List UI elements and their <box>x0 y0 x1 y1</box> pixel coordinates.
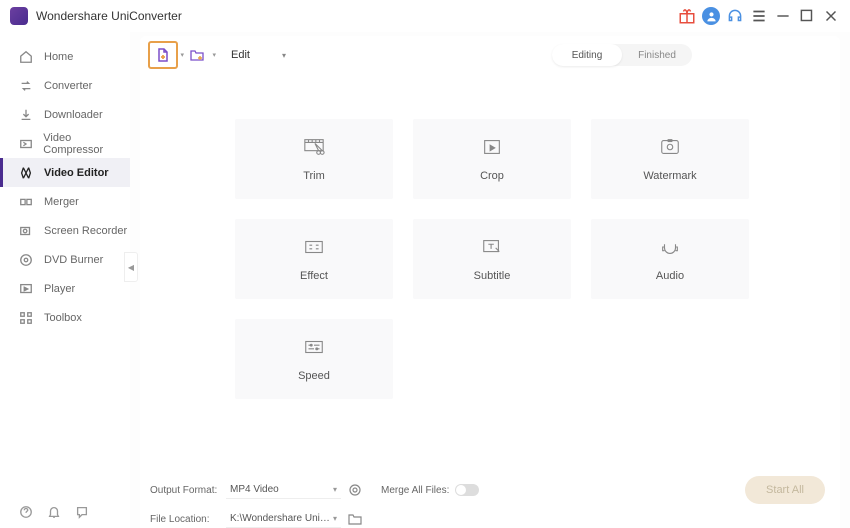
footer-icons <box>18 504 90 520</box>
chevron-down-icon[interactable]: ▾ <box>212 51 216 59</box>
sidebar-item-label: Toolbox <box>44 312 82 324</box>
card-label: Speed <box>298 370 330 382</box>
sidebar-item-label: Converter <box>44 80 92 92</box>
chevron-down-icon[interactable]: ▾ <box>180 51 184 59</box>
effect-icon <box>303 236 325 258</box>
user-avatar-icon[interactable] <box>702 7 720 25</box>
file-location-select[interactable]: K:\Wondershare UniConverter ▾ <box>226 510 341 528</box>
maximize-icon[interactable] <box>798 7 816 25</box>
sidebar-item-video-editor[interactable]: Video Editor <box>0 158 130 187</box>
downloader-icon <box>18 107 34 123</box>
sidebar-item-merger[interactable]: Merger <box>0 187 130 216</box>
minimize-icon[interactable] <box>774 7 792 25</box>
output-format-label: Output Format: <box>150 485 220 496</box>
sidebar-item-label: Video Compressor <box>43 132 130 156</box>
audio-icon <box>659 236 681 258</box>
card-label: Crop <box>480 170 504 182</box>
sidebar: Home Converter Downloader Video Compress… <box>0 32 130 528</box>
segment-editing[interactable]: Editing <box>552 44 622 66</box>
sidebar-item-label: Downloader <box>44 109 103 121</box>
sidebar-item-player[interactable]: Player <box>0 274 130 303</box>
dvd-icon <box>18 252 34 268</box>
headset-icon[interactable] <box>726 7 744 25</box>
app-logo <box>10 7 28 25</box>
card-trim[interactable]: Trim <box>235 119 393 199</box>
card-watermark[interactable]: Watermark <box>591 119 749 199</box>
editor-icon <box>18 165 34 181</box>
collapse-sidebar-button[interactable]: ◀ <box>124 252 138 282</box>
trim-icon <box>303 136 325 158</box>
segment-finished[interactable]: Finished <box>622 44 692 66</box>
card-subtitle[interactable]: Subtitle <box>413 219 571 299</box>
app-title: Wondershare UniConverter <box>36 9 182 23</box>
close-icon[interactable] <box>822 7 840 25</box>
crop-icon <box>481 136 503 158</box>
settings-gear-icon[interactable] <box>347 482 363 498</box>
sidebar-item-screen-recorder[interactable]: Screen Recorder <box>0 216 130 245</box>
home-icon <box>18 49 34 65</box>
card-crop[interactable]: Crop <box>413 119 571 199</box>
toolbox-icon <box>18 310 34 326</box>
chevron-down-icon: ▾ <box>333 514 337 523</box>
card-audio[interactable]: Audio <box>591 219 749 299</box>
sidebar-item-toolbox[interactable]: Toolbox <box>0 303 130 332</box>
bell-icon[interactable] <box>46 504 62 520</box>
titlebar: Wondershare UniConverter <box>0 0 850 32</box>
sidebar-item-dvd-burner[interactable]: DVD Burner <box>0 245 130 274</box>
bottom-bar: Output Format: MP4 Video ▾ Merge All Fil… <box>140 468 840 528</box>
content-area: ▾ ▾ Edit ▾ Editing Finished Trim <box>130 32 850 528</box>
add-folder-button[interactable]: ▾ <box>186 44 208 66</box>
watermark-icon <box>659 136 681 158</box>
active-indicator <box>0 158 3 187</box>
sidebar-item-label: Video Editor <box>44 167 109 179</box>
sidebar-item-home[interactable]: Home <box>0 42 130 71</box>
subtitle-icon <box>481 236 503 258</box>
recorder-icon <box>18 223 34 239</box>
player-icon <box>18 281 34 297</box>
output-format-select[interactable]: MP4 Video ▾ <box>226 481 341 499</box>
card-effect[interactable]: Effect <box>235 219 393 299</box>
output-format-value: MP4 Video <box>230 484 279 495</box>
card-label: Trim <box>303 170 325 182</box>
sidebar-item-label: Merger <box>44 196 79 208</box>
help-icon[interactable] <box>18 504 34 520</box>
start-all-button[interactable]: Start All <box>745 476 825 504</box>
sidebar-item-label: Home <box>44 51 73 63</box>
card-label: Watermark <box>643 170 696 182</box>
editing-finished-segment: Editing Finished <box>552 44 692 66</box>
add-file-button[interactable]: ▾ <box>148 41 178 69</box>
toolbar: ▾ ▾ Edit ▾ Editing Finished <box>140 36 840 74</box>
card-label: Subtitle <box>474 270 511 282</box>
merge-all-label: Merge All Files: <box>381 485 449 496</box>
card-speed[interactable]: Speed <box>235 319 393 399</box>
file-location-label: File Location: <box>150 514 220 525</box>
sidebar-item-label: Player <box>44 283 75 295</box>
open-folder-icon[interactable] <box>347 511 363 527</box>
cards-grid: Trim Crop Watermark Effect Sub <box>140 74 840 468</box>
edit-dropdown[interactable]: Edit ▾ <box>231 45 286 65</box>
sidebar-item-downloader[interactable]: Downloader <box>0 100 130 129</box>
converter-icon <box>18 78 34 94</box>
sidebar-item-label: Screen Recorder <box>44 225 127 237</box>
card-label: Effect <box>300 270 328 282</box>
edit-dropdown-label: Edit <box>231 49 250 61</box>
file-location-value: K:\Wondershare UniConverter <box>230 513 333 524</box>
sidebar-item-converter[interactable]: Converter <box>0 71 130 100</box>
sidebar-item-video-compressor[interactable]: Video Compressor <box>0 129 130 158</box>
feedback-icon[interactable] <box>74 504 90 520</box>
merger-icon <box>18 194 34 210</box>
merge-all-toggle[interactable] <box>455 484 479 496</box>
card-label: Audio <box>656 270 684 282</box>
gift-icon[interactable] <box>678 7 696 25</box>
speed-icon <box>303 336 325 358</box>
menu-icon[interactable] <box>750 7 768 25</box>
compressor-icon <box>18 136 33 152</box>
sidebar-item-label: DVD Burner <box>44 254 103 266</box>
chevron-down-icon: ▾ <box>333 485 337 494</box>
chevron-down-icon: ▾ <box>282 51 286 60</box>
